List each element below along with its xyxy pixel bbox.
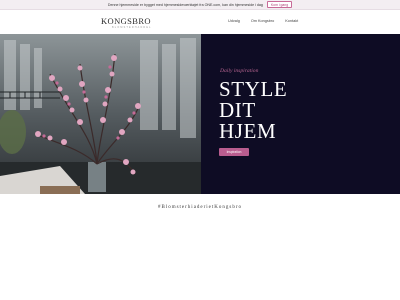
nav-item-om-kongsbro[interactable]: Om Kongsbro bbox=[251, 19, 274, 23]
nav-item-kontakt[interactable]: Kontakt bbox=[285, 19, 298, 23]
get-started-button[interactable]: Kom i gang bbox=[266, 0, 293, 9]
instagram-hashtag: #BlomsterhiaderietKongsbro bbox=[157, 205, 243, 210]
nav-item-udvalg[interactable]: Udvalg bbox=[228, 19, 240, 23]
hero-headline: STYLE DIT HJEM bbox=[219, 79, 287, 142]
hero-text-panel: Daily inspiration STYLE DIT HJEM Inspira… bbox=[201, 34, 400, 194]
flower-branch-illustration bbox=[0, 34, 201, 194]
site-logo-subtitle: BLOMSTERHANDEL bbox=[112, 26, 152, 29]
hero-section: Daily inspiration STYLE DIT HJEM Inspira… bbox=[0, 34, 400, 194]
inspiration-button[interactable]: Inspiration bbox=[219, 148, 249, 156]
hero-tagline: Daily inspiration bbox=[220, 68, 259, 74]
main-navigation: Udvalg Om Kongsbro Kontakt bbox=[228, 19, 298, 23]
promo-banner: Denne hjemmeside er bygget med hjemmesid… bbox=[0, 0, 400, 10]
hero-headline-line-3: HJEM bbox=[219, 119, 277, 143]
hero-flower-photo bbox=[0, 34, 201, 194]
site-header: KONGSBRO BLOMSTERHANDEL Udvalg Om Kongsb… bbox=[0, 10, 400, 34]
promo-banner-text: Denne hjemmeside er bygget med hjemmesid… bbox=[107, 2, 263, 7]
site-logo[interactable]: KONGSBRO bbox=[101, 16, 151, 26]
